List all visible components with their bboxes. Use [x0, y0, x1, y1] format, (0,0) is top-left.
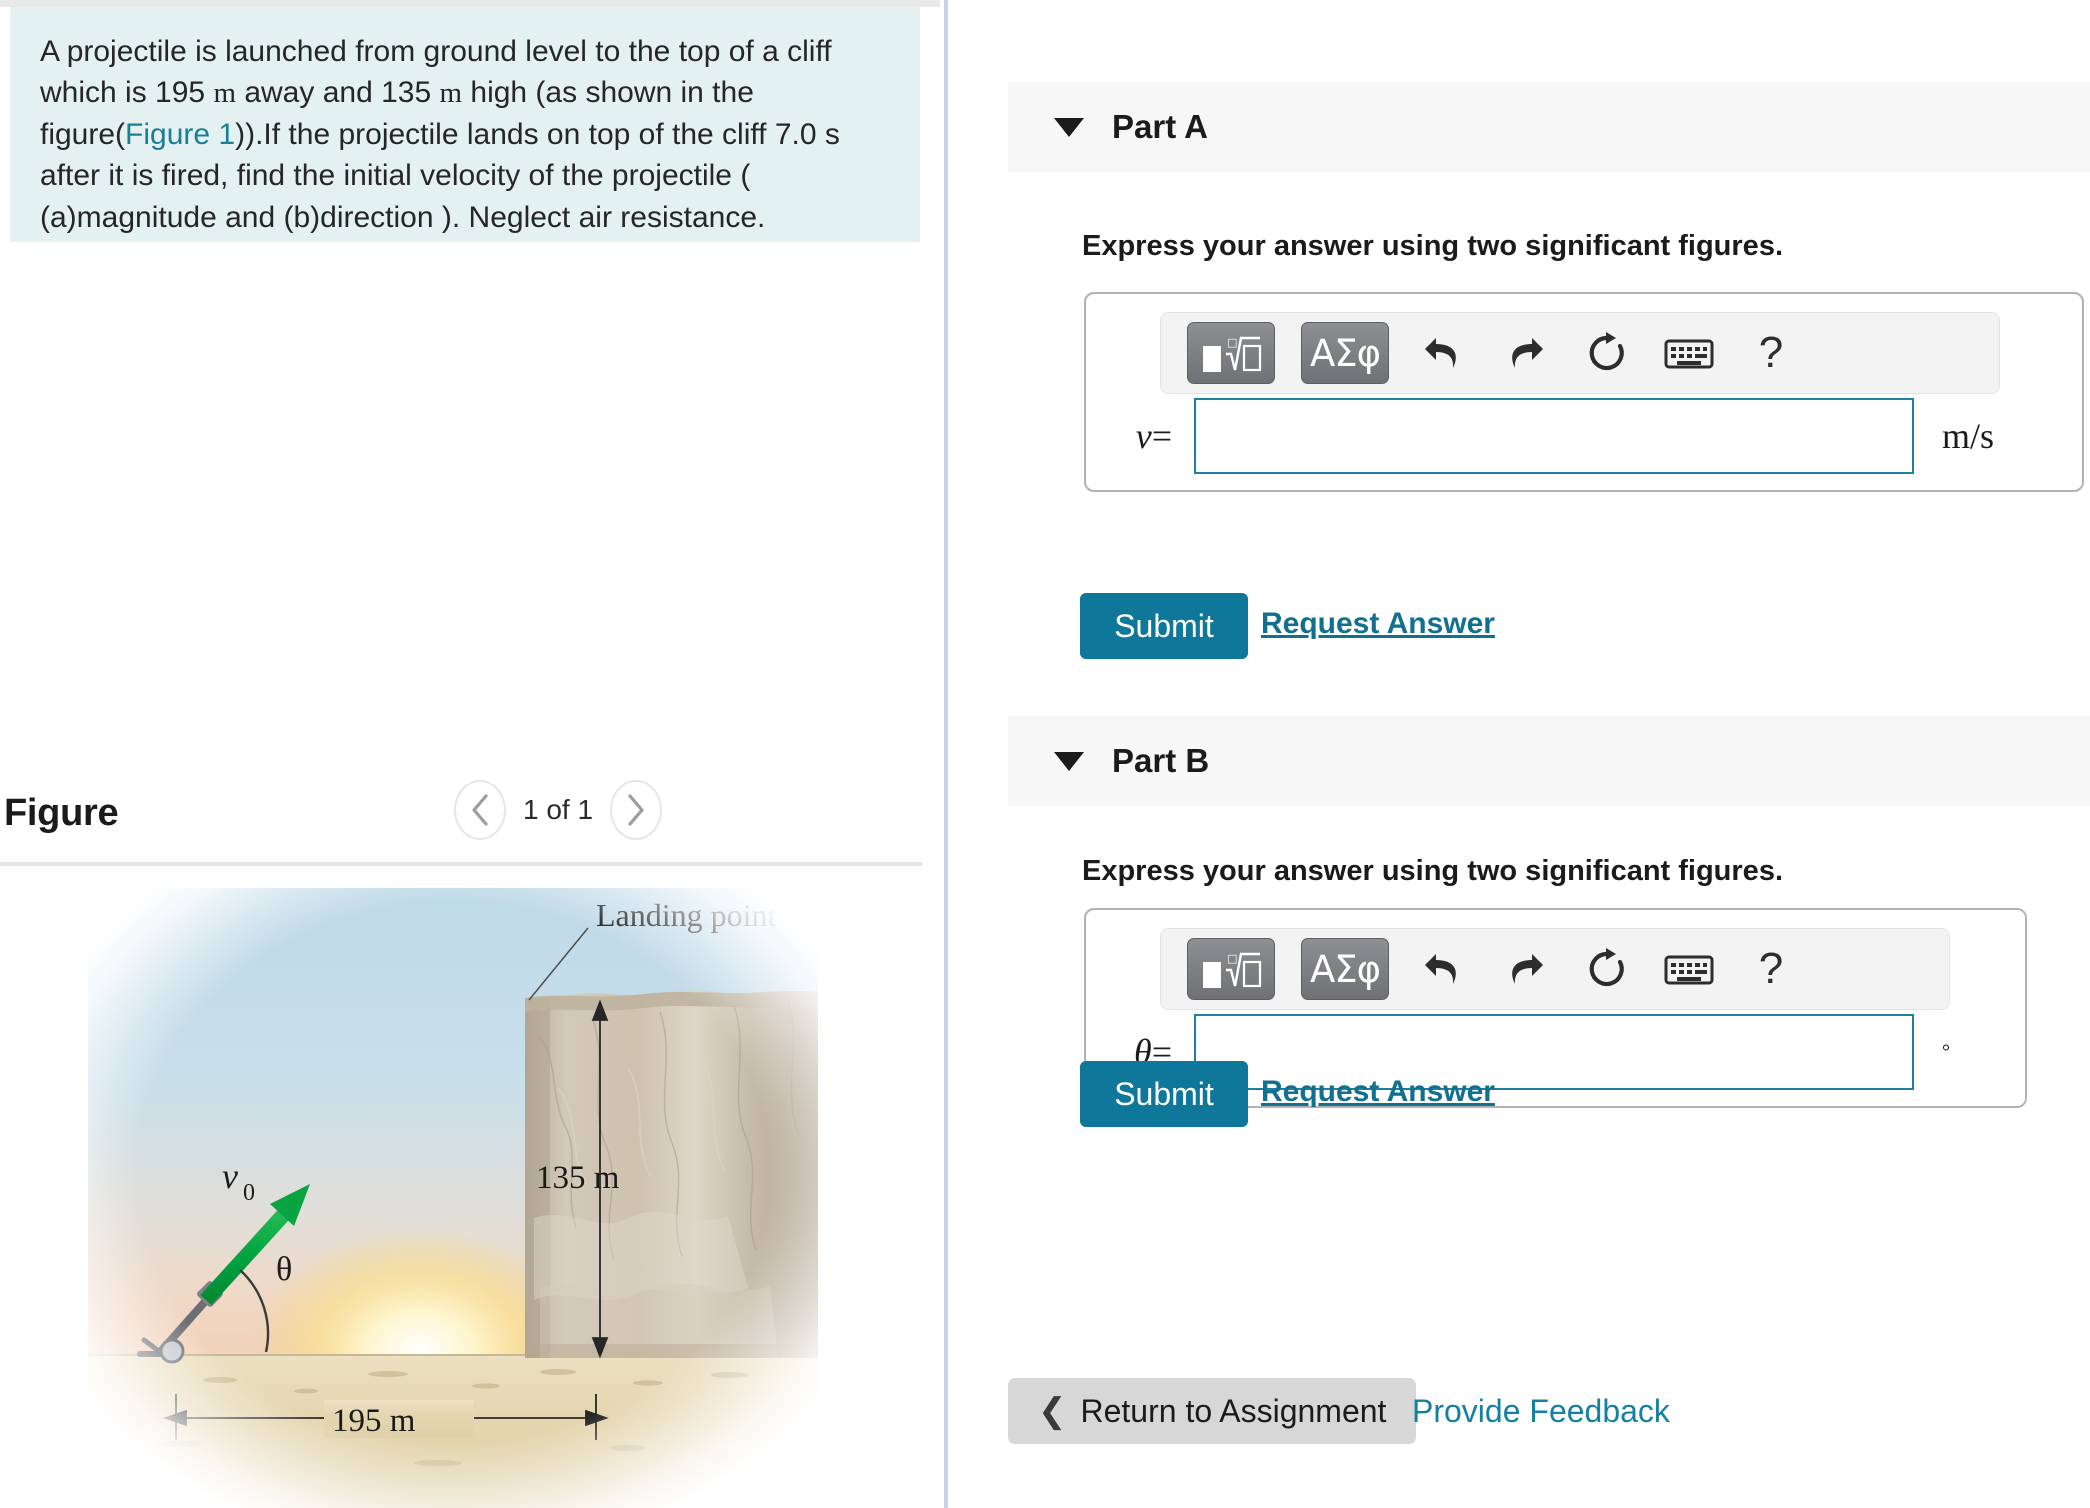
greek-symbols-icon[interactable]: ΑΣφ: [1301, 322, 1389, 384]
chevron-left-icon: [472, 794, 488, 826]
problem-statement-box: A projectile is launched from ground lev…: [10, 7, 920, 242]
problem-unit-2: m: [439, 77, 463, 110]
part-b-submit-button[interactable]: Submit: [1080, 1061, 1248, 1127]
projectile-cliff-diagram: Landing point 135 m 195 m: [88, 888, 818, 1508]
part-a-answer-box: □ ΑΣφ ? v= m/s: [1084, 292, 2084, 492]
help-label: ?: [1758, 944, 1784, 993]
provide-feedback-link[interactable]: Provide Feedback: [1412, 1393, 1670, 1430]
figure-divider: [0, 862, 922, 866]
part-a-answer-input[interactable]: [1194, 398, 1914, 474]
chevron-left-icon: ❮: [1038, 1392, 1067, 1430]
part-a-input-row: v= m/s: [1096, 398, 2076, 474]
help-icon[interactable]: ?: [1743, 941, 1799, 997]
return-to-assignment-button[interactable]: ❮ Return to Assignment: [1008, 1378, 1417, 1444]
figure-image[interactable]: Landing point 135 m 195 m: [88, 888, 818, 1508]
part-a-header[interactable]: Part A: [1008, 82, 2090, 172]
part-b-label: Part B: [1112, 742, 1210, 779]
part-a-variable-label: v=: [1135, 416, 1172, 456]
greek-symbols-icon[interactable]: ΑΣφ: [1301, 938, 1389, 1000]
part-a-label: Part A: [1112, 108, 1208, 145]
svg-text:□: □: [1227, 952, 1237, 965]
reset-icon[interactable]: [1579, 941, 1635, 997]
part-b-request-answer-link[interactable]: Request Answer: [1261, 1075, 1495, 1109]
greek-symbols-label: ΑΣφ: [1309, 947, 1381, 991]
part-a-unit-label: m/s: [1942, 416, 1995, 456]
right-pane: Part A Express your answer using two sig…: [948, 0, 2090, 1508]
part-b-toolbar: □ ΑΣφ ?: [1160, 928, 1950, 1010]
svg-text:□: □: [1227, 336, 1237, 349]
problem-unit-1: m: [213, 77, 236, 110]
left-pane: A projectile is launched from ground lev…: [0, 0, 944, 1508]
chevron-right-icon: [628, 794, 644, 826]
help-icon[interactable]: ?: [1743, 325, 1799, 381]
keyboard-icon[interactable]: [1661, 325, 1717, 381]
redo-icon[interactable]: [1497, 941, 1553, 997]
figure-header: Figure 1 of 1: [0, 780, 920, 864]
part-a-submit-button[interactable]: Submit: [1080, 593, 1248, 659]
part-b-header[interactable]: Part B: [1008, 716, 2090, 806]
math-template-icon[interactable]: □: [1187, 322, 1275, 384]
redo-icon[interactable]: [1497, 325, 1553, 381]
part-a-instruction: Express your answer using two significan…: [1082, 230, 1783, 262]
figure-panel-title: Figure: [4, 792, 119, 834]
figure-counter: 1 of 1: [522, 794, 594, 825]
part-b-instruction: Express your answer using two significan…: [1082, 855, 1783, 887]
greek-symbols-label: ΑΣφ: [1309, 331, 1381, 375]
figure-navigation: 1 of 1: [454, 780, 662, 840]
undo-icon[interactable]: [1415, 941, 1471, 997]
help-label: ?: [1758, 328, 1784, 377]
part-a-toolbar: □ ΑΣφ ?: [1160, 312, 2000, 394]
problem-text-seg-2: away and 135: [236, 76, 440, 110]
return-to-assignment-label: Return to Assignment: [1080, 1392, 1387, 1429]
part-b-unit-label: °: [1942, 1040, 1950, 1063]
keyboard-icon[interactable]: [1661, 941, 1717, 997]
page-root: A projectile is launched from ground lev…: [0, 0, 2090, 1508]
caret-down-icon[interactable]: [1054, 751, 1084, 771]
problem-text: A projectile is launched from ground lev…: [40, 31, 890, 238]
part-a-request-answer-link[interactable]: Request Answer: [1261, 607, 1495, 641]
reset-icon[interactable]: [1579, 325, 1635, 381]
figure-1-link[interactable]: Figure 1: [125, 118, 235, 151]
undo-icon[interactable]: [1415, 325, 1471, 381]
caret-down-icon[interactable]: [1054, 117, 1084, 137]
math-template-icon[interactable]: □: [1187, 938, 1275, 1000]
figure-next-button[interactable]: [610, 780, 662, 840]
figure-prev-button[interactable]: [454, 780, 506, 840]
